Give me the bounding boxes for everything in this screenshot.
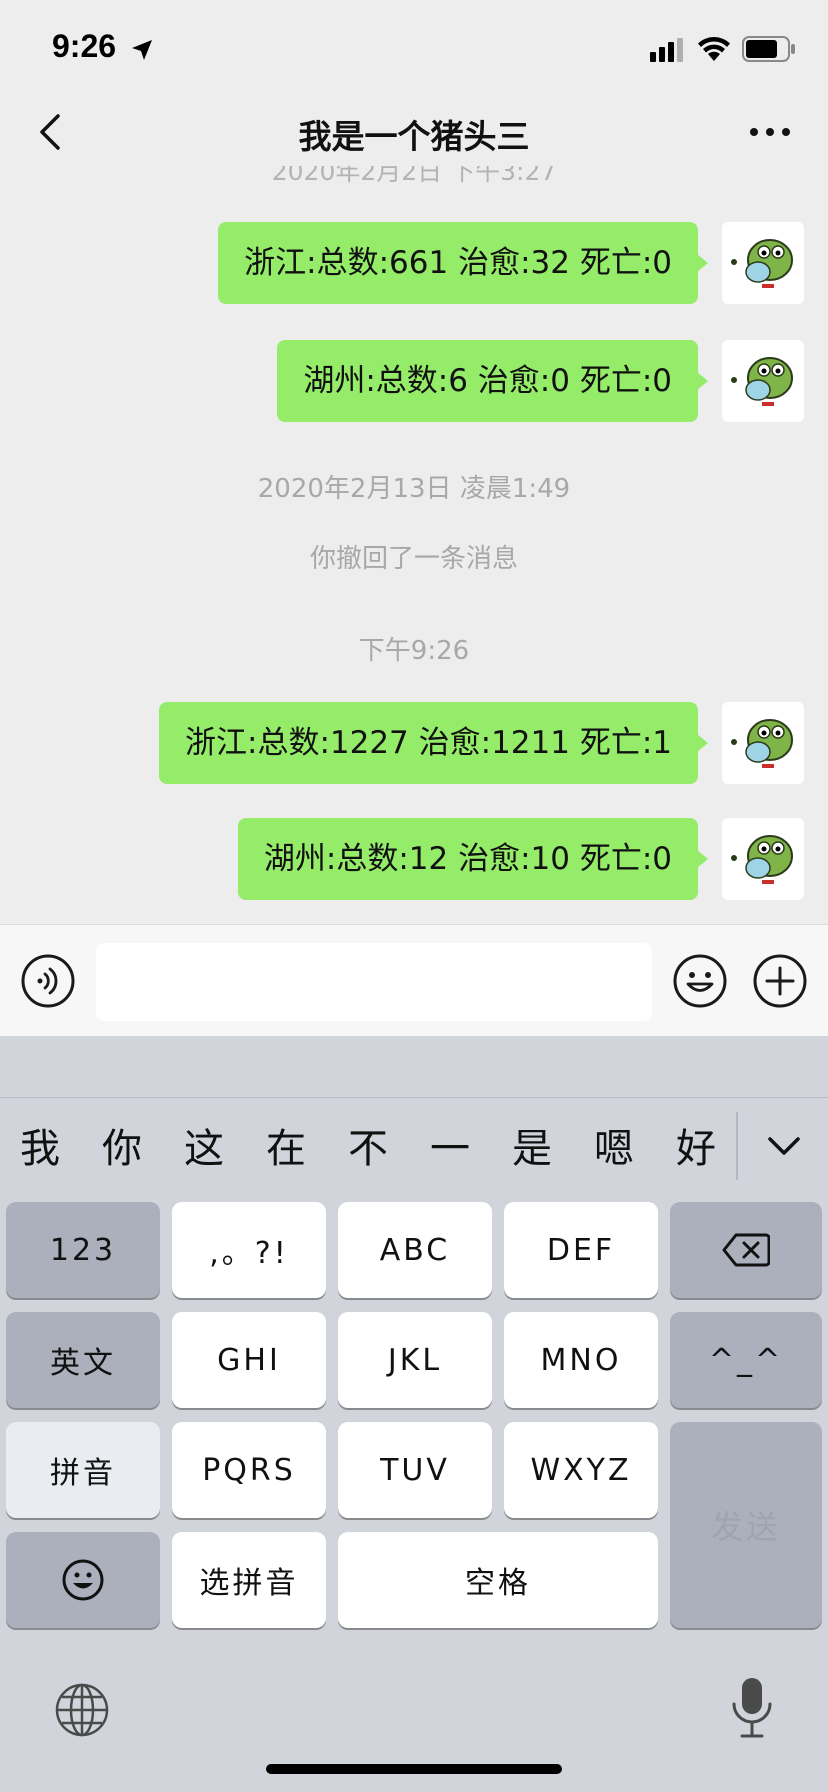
nav-bar: 我是一个猪头三 [0,100,828,166]
emoji-icon[interactable] [672,953,728,1009]
message-row: 浙江:总数:661 治愈:32 死亡:0 [0,222,828,304]
frog-avatar-icon [731,357,793,406]
message-bubble[interactable]: 浙江:总数:661 治愈:32 死亡:0 [218,222,708,304]
divider [736,1112,738,1180]
send-key[interactable]: 发送 [670,1422,822,1628]
timestamp: 2020年2月13日 凌晨1:49 [257,474,571,504]
emoji-icon [62,1559,104,1601]
key-punctuation[interactable]: ,。?! [172,1202,326,1298]
avatar[interactable] [722,222,804,304]
space-key[interactable]: 空格 [338,1532,658,1628]
timestamp-partial: 2020年2月2日 下午3:27 [271,166,557,186]
avatar[interactable] [722,340,804,422]
key-pinyin[interactable]: 拼音 [6,1422,160,1518]
candidate-word[interactable]: 我 [10,1116,70,1174]
message-bubble[interactable]: 湖州:总数:12 治愈:10 死亡:0 [237,818,709,900]
key-tuv[interactable]: TUV [338,1422,492,1518]
message-input[interactable] [96,943,652,1021]
candidate-word[interactable]: 是 [502,1116,562,1174]
candidate-word[interactable]: 这 [174,1116,234,1174]
home-indicator [266,1764,562,1774]
key-emoji[interactable] [6,1532,160,1628]
candidate-word[interactable]: 嗯 [584,1116,644,1174]
key-def[interactable]: DEF [504,1202,658,1298]
status-time: 9:26 [52,28,117,64]
chat-title: 我是一个猪头三 [298,117,530,156]
key-ghi[interactable]: GHI [172,1312,326,1408]
key-emoticon[interactable]: ^_^ [670,1312,822,1408]
key-english[interactable]: 英文 [6,1312,160,1408]
frog-avatar-icon [731,719,793,768]
key-mno[interactable]: MNO [504,1312,658,1408]
key-wxyz[interactable]: WXYZ [504,1422,658,1518]
message-bubble[interactable]: 湖州:总数:6 治愈:0 死亡:0 [277,340,708,422]
candidate-bar: 我 你 这 在 不 一 是 嗯 好 [0,1098,828,1194]
composition-strip [0,1036,828,1098]
recall-notice: 你撤回了一条消息 [309,544,518,574]
delete-key[interactable] [670,1202,822,1298]
frog-avatar-icon [731,835,793,884]
input-bar [0,924,828,1036]
battery-icon [742,36,795,62]
candidate-word[interactable]: 在 [256,1116,316,1174]
message-row: 湖州:总数:6 治愈:0 死亡:0 [0,340,828,422]
message-row: 湖州:总数:12 治愈:10 死亡:0 [0,818,828,900]
chevron-down-icon[interactable] [764,1126,804,1166]
voice-icon[interactable] [20,953,76,1009]
ellipsis-icon[interactable] [748,120,792,144]
key-select-pinyin[interactable]: 选拼音 [172,1532,326,1628]
key-jkl[interactable]: JKL [338,1312,492,1408]
candidate-word[interactable]: 一 [420,1116,480,1174]
key-abc[interactable]: ABC [338,1202,492,1298]
candidate-word[interactable]: 你 [92,1116,152,1174]
chat-area[interactable]: 2020年2月2日 下午3:27 浙江:总数:661 治愈:32 死亡:0 湖州… [0,166,828,924]
message-row: 浙江:总数:1227 治愈:1211 死亡:1 [0,702,828,784]
globe-icon[interactable] [54,1682,110,1738]
cellular-icon [650,38,683,62]
message-bubble[interactable]: 浙江:总数:1227 治愈:1211 死亡:1 [159,702,708,784]
plus-icon[interactable] [752,953,808,1009]
key-123[interactable]: 123 [6,1202,160,1298]
keyboard: 我 你 这 在 不 一 是 嗯 好 123 ,。?! ABC DEF 英文 GH… [0,1036,828,1792]
key-pqrs[interactable]: PQRS [172,1422,326,1518]
candidate-word[interactable]: 好 [666,1116,726,1174]
timestamp: 下午9:26 [358,636,470,666]
frog-avatar-icon [731,239,793,288]
status-bar: 9:26 [0,0,828,100]
avatar[interactable] [722,702,804,784]
avatar[interactable] [722,818,804,900]
backspace-icon [722,1233,770,1267]
candidate-word[interactable]: 不 [338,1116,398,1174]
wifi-icon [698,37,730,61]
microphone-icon[interactable] [730,1676,774,1740]
location-arrow-icon [132,40,152,60]
